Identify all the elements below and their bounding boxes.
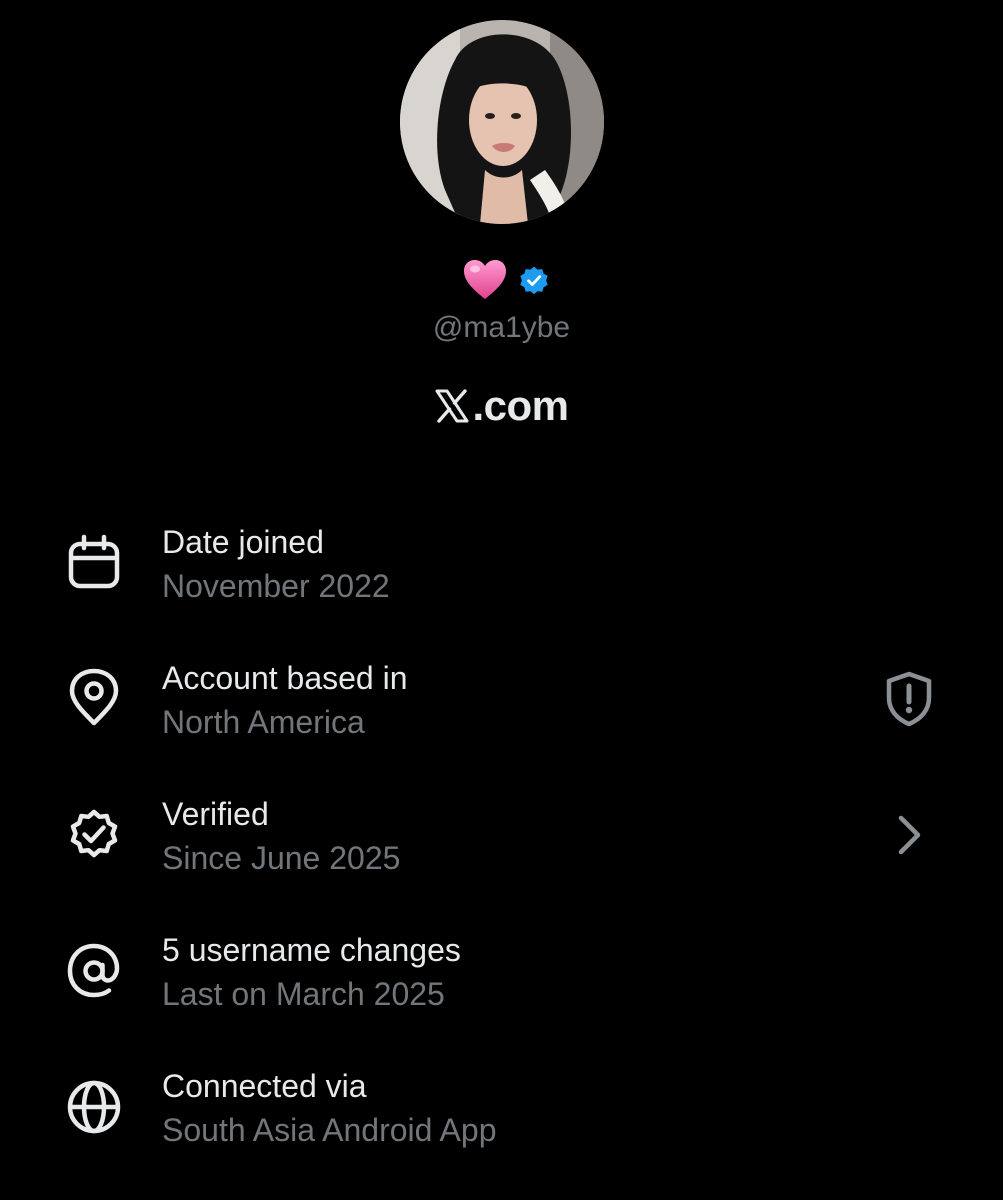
about-row-verified[interactable]: Verified Since June 2025	[0, 794, 1003, 904]
avatar[interactable]	[400, 20, 604, 224]
chevron-right-icon[interactable]	[880, 806, 938, 864]
verified-outline-icon	[64, 804, 124, 864]
about-row-connected-via: Connected via South Asia Android App	[0, 1066, 1003, 1176]
about-row-account-based-in: Account based in North America	[0, 658, 1003, 768]
about-row-username-changes: 5 username changes Last on March 2025	[0, 930, 1003, 1040]
avatar-image	[400, 20, 604, 224]
at-sign-icon	[64, 940, 124, 1000]
row-title: Connected via	[162, 1068, 367, 1104]
row-title: Date joined	[162, 524, 324, 560]
row-subtitle: November 2022	[162, 568, 390, 604]
globe-icon	[64, 1076, 124, 1136]
brand-heading: .com	[0, 380, 1003, 432]
row-title: 5 username changes	[162, 932, 461, 968]
row-title: Verified	[162, 796, 269, 832]
profile-handle: @ma1ybe	[432, 311, 571, 344]
row-subtitle: Last on March 2025	[162, 976, 445, 1012]
x-logo-icon	[435, 389, 469, 423]
row-subtitle: North America	[162, 704, 365, 740]
calendar-icon	[64, 532, 124, 592]
row-subtitle: South Asia Android App	[162, 1112, 497, 1148]
row-title: Account based in	[162, 660, 408, 696]
about-row-date-joined: Date joined November 2022	[0, 522, 1003, 632]
location-pin-icon	[64, 668, 124, 728]
profile-badges	[0, 256, 1003, 304]
row-subtitle: Since June 2025	[162, 840, 401, 876]
verified-badge-icon[interactable]	[518, 265, 550, 297]
brand-text: .com	[472, 382, 569, 429]
shield-alert-icon[interactable]	[880, 670, 938, 728]
pink-heart-icon	[463, 260, 506, 299]
